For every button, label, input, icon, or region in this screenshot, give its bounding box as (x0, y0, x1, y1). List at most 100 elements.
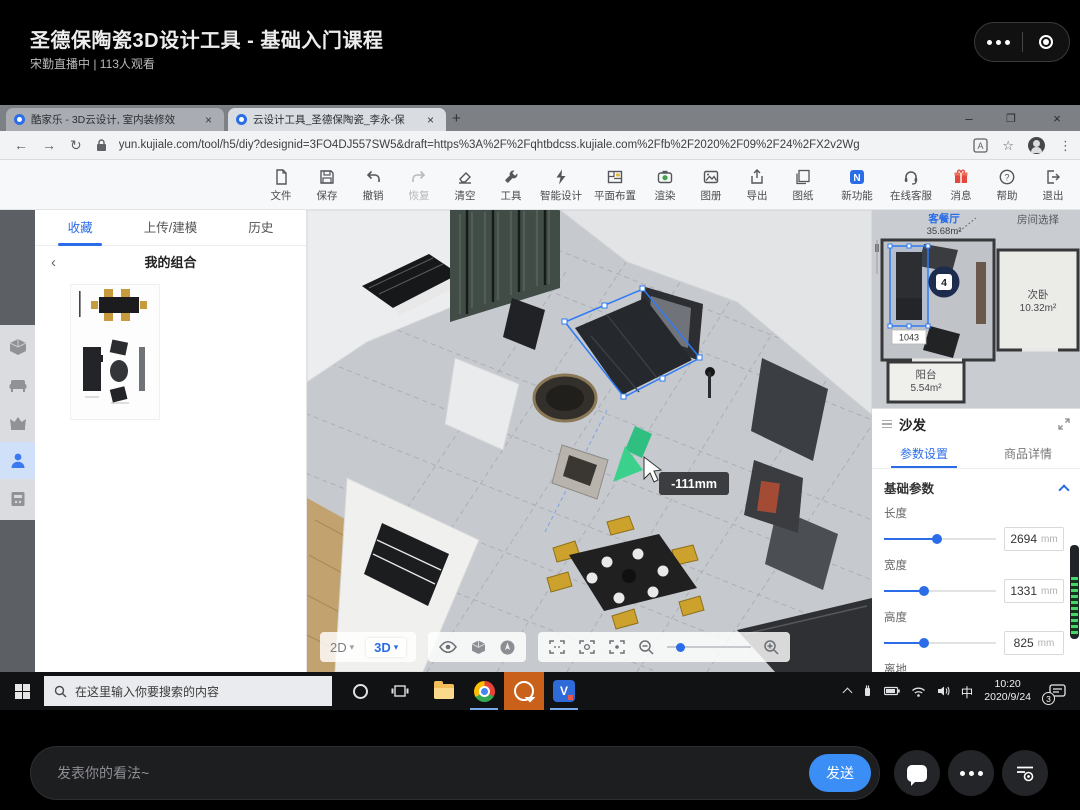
chat-toggle-button[interactable] (894, 750, 940, 796)
more-menu-button[interactable] (975, 40, 1022, 45)
render-button[interactable]: 渲染 (642, 164, 688, 206)
export-button[interactable]: 导出 (734, 164, 780, 206)
cube-view-icon[interactable] (470, 639, 487, 656)
combo-thumbnails[interactable] (70, 284, 160, 420)
audio-level-meter (1070, 545, 1079, 639)
drawings-button[interactable]: 图纸 (780, 164, 826, 206)
zoom-tools (538, 632, 790, 662)
usb-device-icon[interactable] (862, 684, 873, 698)
rail-item-furniture[interactable] (0, 366, 35, 403)
translate-icon[interactable]: A (973, 138, 988, 153)
zoom-in-icon[interactable] (763, 639, 780, 656)
messages-button[interactable]: 消息 (938, 164, 984, 206)
rail-item-appliance[interactable] (0, 480, 35, 517)
design-canvas[interactable]: -111mm 2D▾ 3D▾ (307, 210, 872, 672)
window-maximize-button[interactable]: ❐ (994, 108, 1028, 128)
help-button[interactable]: ? 帮助 (984, 164, 1030, 206)
exit-button[interactable]: 退出 (1030, 164, 1076, 206)
rail-item-my[interactable] (0, 442, 35, 479)
recorder-app-button[interactable] (504, 672, 544, 710)
windows-logo-icon (15, 684, 30, 699)
browser-tab-1[interactable]: 酷家乐 - 3D云设计, 室内装修效 × (6, 108, 224, 131)
album-button[interactable]: 图册 (688, 164, 734, 206)
center-selection-icon[interactable] (608, 639, 626, 655)
tab-favorites[interactable]: 收藏 (35, 210, 125, 246)
wrench-icon (502, 168, 520, 186)
meeting-app-button[interactable]: V (544, 672, 584, 710)
sofa-icon (8, 375, 28, 395)
more-options-button[interactable] (948, 750, 994, 796)
browser-tab-2-active[interactable]: 云设计工具_圣德保陶瓷_李永-保 × (228, 108, 446, 131)
comment-input[interactable]: 发表你的看法~ 发送 (30, 746, 880, 800)
forward-icon[interactable]: → (42, 137, 56, 153)
smart-design-button[interactable]: 智能设计 (534, 164, 588, 206)
new-tab-button[interactable]: + (452, 110, 461, 127)
visibility-eye-icon[interactable] (438, 639, 458, 655)
viewer-list-button[interactable] (1002, 750, 1048, 796)
tab-upload-model[interactable]: 上传/建模 (125, 210, 215, 246)
svg-text:-111mm: -111mm (671, 477, 717, 491)
window-close-button[interactable]: × (1040, 108, 1074, 128)
length-input[interactable]: 2694mm (1004, 527, 1064, 551)
redo-button[interactable]: 恢复 (396, 164, 442, 206)
mode-2d-button[interactable]: 2D▾ (330, 640, 354, 655)
expand-panel-icon[interactable] (1058, 418, 1070, 430)
tab-history[interactable]: 历史 (216, 210, 306, 246)
ime-indicator[interactable]: 中 (961, 682, 974, 701)
task-view-button[interactable] (380, 672, 420, 710)
bookmark-star-icon[interactable]: ☆ (1002, 138, 1014, 154)
back-chevron-icon[interactable]: ‹ (51, 246, 56, 280)
window-minimize-button[interactable]: – (952, 108, 986, 128)
height-slider[interactable] (884, 642, 996, 644)
floorplan-icon (606, 168, 624, 186)
width-input[interactable]: 1331mm (1004, 579, 1064, 603)
system-tray: 中 10:20 2020/9/24 3 (844, 672, 1080, 710)
speaker-icon[interactable] (937, 685, 950, 697)
rail-item-decor[interactable] (0, 404, 35, 441)
tab-close-icon[interactable]: × (427, 114, 434, 126)
tab-parameters[interactable]: 参数设置 (872, 439, 976, 468)
cortana-button[interactable] (340, 672, 380, 710)
undo-button[interactable]: 撤销 (350, 164, 396, 206)
capsule-exit-button[interactable] (1023, 35, 1070, 49)
section-basic-params[interactable]: 基础参数 (872, 469, 1080, 499)
support-button[interactable]: 在线客服 (884, 164, 938, 206)
send-button[interactable]: 发送 (809, 754, 871, 792)
mode-3d-button[interactable]: 3D▾ (366, 638, 406, 657)
tray-expand-icon[interactable] (842, 688, 852, 698)
fit-settings-icon[interactable] (578, 639, 596, 655)
back-icon[interactable]: ← (14, 137, 28, 153)
url-text[interactable]: yun.kujiale.com/tool/h5/diy?designid=3FO… (119, 139, 859, 151)
tab-close-icon[interactable]: × (205, 114, 212, 126)
reload-icon[interactable]: ↻ (70, 137, 82, 154)
taskbar-clock[interactable]: 10:20 2020/9/24 (984, 678, 1031, 704)
height-input[interactable]: 825mm (1004, 631, 1064, 655)
length-slider[interactable] (884, 538, 996, 540)
taskbar-search-input[interactable]: 在这里输入你要搜索的内容 (44, 676, 332, 706)
new-features-button[interactable]: N 新功能 (830, 164, 884, 206)
floorplan-button[interactable]: 平面布置 (588, 164, 642, 206)
wifi-icon[interactable] (911, 686, 926, 697)
floorplan-minimap[interactable]: 1043 4 客餐厅 35.68m² 房间选择 次卧 10.32m² 阳台 5.… (872, 210, 1080, 408)
zoom-out-icon[interactable] (638, 639, 655, 656)
walkthrough-compass-icon[interactable] (499, 639, 516, 656)
profile-avatar[interactable] (1028, 137, 1045, 154)
file-button[interactable]: 文件 (258, 164, 304, 206)
tab-product-details[interactable]: 商品详情 (976, 439, 1080, 468)
drag-handle-icon[interactable] (882, 420, 892, 429)
browser-menu-icon[interactable]: ⋮ (1059, 138, 1072, 154)
rail-item-construction[interactable] (0, 328, 35, 365)
tools-button[interactable]: 工具 (488, 164, 534, 206)
chrome-button[interactable] (464, 672, 504, 710)
start-button[interactable] (0, 672, 44, 710)
camera-badge[interactable]: 4 (929, 267, 960, 298)
zoom-slider[interactable] (667, 646, 751, 648)
battery-icon[interactable] (884, 686, 900, 696)
clear-button[interactable]: 清空 (442, 164, 488, 206)
save-button[interactable]: 保存 (304, 164, 350, 206)
action-center-button[interactable]: 3 (1042, 672, 1072, 710)
width-slider[interactable] (884, 590, 996, 592)
fit-view-icon[interactable] (548, 639, 566, 655)
svg-text:次卧: 次卧 (1028, 288, 1050, 301)
file-explorer-button[interactable] (424, 672, 464, 710)
